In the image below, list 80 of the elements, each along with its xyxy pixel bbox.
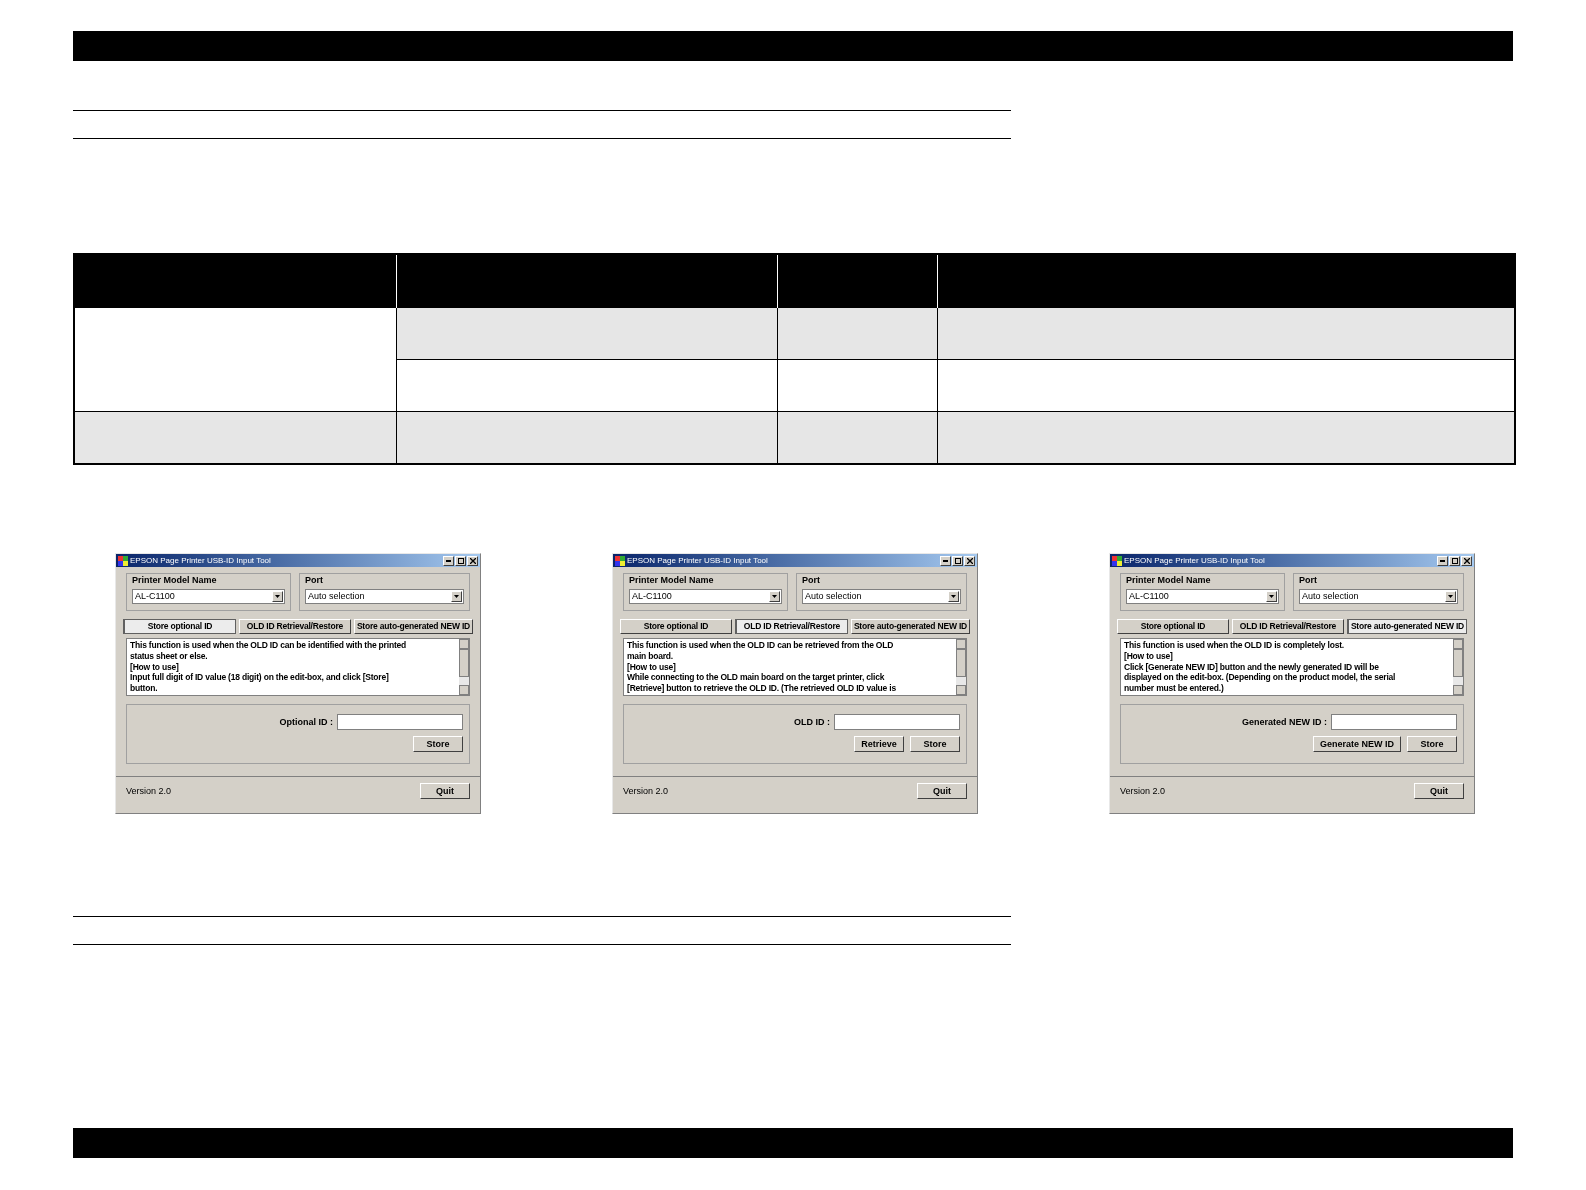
- dropdown-button[interactable]: [451, 591, 462, 602]
- field-label: Optional ID :: [279, 717, 333, 727]
- close-button[interactable]: [1461, 555, 1472, 566]
- dropdown-button[interactable]: [769, 591, 780, 602]
- maximize-icon: [457, 557, 464, 564]
- window-title: EPSON Page Printer USB-ID Input Tool: [130, 556, 272, 565]
- window-title: EPSON Page Printer USB-ID Input Tool: [1124, 556, 1266, 565]
- close-button[interactable]: [964, 555, 975, 566]
- minimize-button[interactable]: [443, 555, 454, 566]
- close-icon: [469, 557, 476, 564]
- caret-icon: [275, 595, 280, 598]
- version-text: Version 2.0: [1120, 786, 1166, 796]
- group-label: Port: [305, 575, 324, 586]
- tab[interactable]: OLD ID Retrieval/Restore: [734, 619, 848, 634]
- close-button[interactable]: [467, 555, 478, 566]
- group-label: Printer Model Name: [1126, 575, 1212, 586]
- field-label: Generated NEW ID :: [1242, 717, 1327, 727]
- tab[interactable]: Store optional ID: [620, 619, 732, 634]
- quit-button[interactable]: Quit: [917, 783, 967, 799]
- dropdown-button[interactable]: [272, 591, 283, 602]
- group-label: Port: [1299, 575, 1318, 586]
- version-text: Version 2.0: [126, 786, 172, 796]
- minimize-icon: [1440, 559, 1445, 562]
- maximize-icon: [954, 557, 961, 564]
- maximize-button[interactable]: [952, 555, 963, 566]
- input-field[interactable]: [337, 714, 463, 730]
- app-icon: [1112, 555, 1122, 566]
- port-dropdown[interactable]: Auto selection: [305, 589, 464, 604]
- description-text: This function is used when the OLD ID is completely lost. [How to use] Click [Generate NEW ID] button and the newly generated ID will be displayed on the edit-box. (Depending on the product model, the serial number must be entered.): [1123, 639, 1397, 695]
- version-text: Version 2.0: [623, 786, 669, 796]
- maximize-button[interactable]: [455, 555, 466, 566]
- tab[interactable]: Store auto-generated NEW ID: [1346, 619, 1467, 634]
- tab[interactable]: OLD ID Retrieval/Restore: [1231, 619, 1344, 634]
- dropdown-button[interactable]: [1445, 591, 1456, 602]
- group-label: Printer Model Name: [629, 575, 715, 586]
- quit-button[interactable]: Quit: [420, 783, 470, 799]
- dialog-button[interactable]: Store: [910, 736, 960, 752]
- dialog-button[interactable]: Store: [413, 736, 463, 752]
- caret-icon: [1269, 595, 1274, 598]
- description-text: This function is used when the OLD ID can be identified with the printed status sheet or else. [How to use] Input full digit of ID value (18 digit) on the edit-box, and click [Store] button.: [129, 639, 408, 695]
- input-field[interactable]: [834, 714, 960, 730]
- tab[interactable]: Store optional ID: [1117, 619, 1229, 634]
- close-icon: [966, 557, 973, 564]
- minimize-button[interactable]: [1437, 555, 1448, 566]
- model-dropdown[interactable]: AL-C1100: [1126, 589, 1279, 604]
- window-title: EPSON Page Printer USB-ID Input Tool: [627, 556, 769, 565]
- dialog-button[interactable]: Generate NEW ID: [1312, 736, 1401, 752]
- input-field[interactable]: [1331, 714, 1457, 730]
- group-label: Printer Model Name: [132, 575, 218, 586]
- maximize-button[interactable]: [1449, 555, 1460, 566]
- minimize-icon: [943, 559, 948, 562]
- caret-icon: [454, 595, 459, 598]
- dropdown-button[interactable]: [1266, 591, 1277, 602]
- maximize-icon: [1451, 557, 1458, 564]
- field-label: OLD ID :: [794, 717, 830, 727]
- minimize-icon: [446, 559, 451, 562]
- scrollbar[interactable]: [956, 639, 966, 695]
- scrollbar[interactable]: [1453, 639, 1463, 695]
- minimize-button[interactable]: [940, 555, 951, 566]
- app-icon: [118, 555, 128, 566]
- dialog-button[interactable]: Store: [1407, 736, 1457, 752]
- group-label: Port: [802, 575, 821, 586]
- model-dropdown[interactable]: AL-C1100: [132, 589, 285, 604]
- tab[interactable]: Store optional ID: [123, 619, 236, 634]
- app-icon: [615, 555, 625, 566]
- description-text: This function is used when the OLD ID can be retrieved from the OLD main board. [How to use] While connecting to the OLD main board on the target printer, click [Retrieve] button to retrieve the OLD ID. (The retrieved OLD ID value is: [626, 639, 897, 695]
- model-dropdown[interactable]: AL-C1100: [629, 589, 782, 604]
- tab[interactable]: Store auto-generated NEW ID: [850, 619, 970, 634]
- port-dropdown[interactable]: Auto selection: [802, 589, 961, 604]
- scrollbar[interactable]: [459, 639, 469, 695]
- caret-icon: [1448, 595, 1453, 598]
- dropdown-button[interactable]: [948, 591, 959, 602]
- quit-button[interactable]: Quit: [1414, 783, 1464, 799]
- dialog-button[interactable]: Retrieve: [854, 736, 904, 752]
- port-dropdown[interactable]: Auto selection: [1299, 589, 1458, 604]
- close-icon: [1463, 557, 1470, 564]
- caret-icon: [772, 595, 777, 598]
- caret-icon: [951, 595, 956, 598]
- tab[interactable]: Store auto-generated NEW ID: [353, 619, 473, 634]
- tab[interactable]: OLD ID Retrieval/Restore: [238, 619, 351, 634]
